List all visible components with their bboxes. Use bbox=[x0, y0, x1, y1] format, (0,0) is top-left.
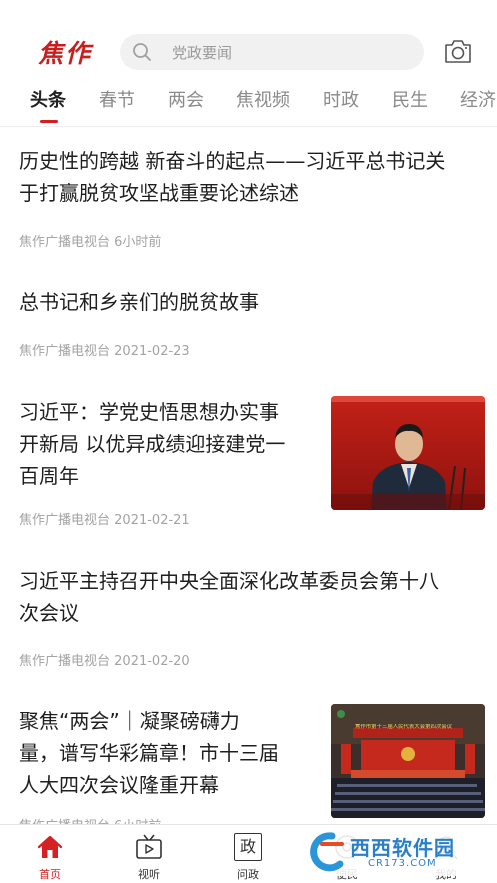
watermark-brand: 西西软件园 bbox=[350, 836, 455, 860]
channel-tabs: 头条 春节 两会 焦视频 时政 民生 经济 bbox=[0, 86, 497, 126]
leader-speech-photo bbox=[331, 396, 485, 510]
news-item[interactable]: 总书记和乡亲们的脱贫故事 焦作广播电视台 2021-02-23 bbox=[0, 270, 497, 370]
news-meta: 焦作广播电视台 2021-02-21 bbox=[19, 509, 190, 528]
news-title: 历史性的跨越 新奋斗的起点——习近平总书记关 于打赢脱贫攻坚战重要论述综述 bbox=[19, 149, 446, 205]
news-time: 2021-02-20 bbox=[114, 654, 190, 669]
nav-label: 视听 bbox=[138, 868, 160, 881]
news-item[interactable]: 习近平主持召开中央全面深化改革委员会第十八 次会议 焦作广播电视台 2021-0… bbox=[0, 552, 497, 682]
search-bar[interactable]: 党政要闻 bbox=[120, 34, 424, 70]
nav-home[interactable]: 首页 bbox=[20, 825, 80, 883]
home-icon bbox=[37, 835, 63, 858]
news-meta: 焦作广播电视台 2021-02-20 bbox=[19, 650, 190, 669]
news-title: 习近平：学党史悟思想办实事 开新局 以优异成绩迎接建党一 百周年 bbox=[19, 400, 286, 488]
active-tab-indicator bbox=[40, 120, 58, 123]
tab-politics[interactable]: 时政 bbox=[323, 86, 359, 112]
news-time: 2021-02-21 bbox=[114, 513, 190, 528]
congress-hall-photo: 焦作市第十三届人民代表大会第四次会议 bbox=[331, 704, 485, 818]
news-time: 6小时前 bbox=[114, 235, 162, 250]
tab-livelihood[interactable]: 民生 bbox=[392, 86, 428, 112]
news-item[interactable]: 习近平：学党史悟思想办实事 开新局 以优异成绩迎接建党一 百周年 焦作广播电视台… bbox=[0, 380, 497, 540]
news-title: 习近平主持召开中央全面深化改革委员会第十八 次会议 bbox=[19, 569, 439, 625]
watermark-site: CR173.COM bbox=[368, 858, 437, 869]
tab-jiao-video[interactable]: 焦视频 bbox=[236, 86, 290, 112]
zheng-icon: 政 bbox=[234, 833, 262, 861]
search-placeholder: 党政要闻 bbox=[172, 44, 233, 62]
nav-label: 问政 bbox=[237, 868, 259, 881]
tab-economy[interactable]: 经济 bbox=[460, 86, 496, 112]
news-source: 焦作广播电视台 bbox=[19, 654, 111, 669]
news-source: 焦作广播电视台 bbox=[19, 344, 111, 359]
news-source: 焦作广播电视台 bbox=[19, 513, 111, 528]
news-source: 焦作广播电视台 bbox=[19, 235, 111, 250]
news-item[interactable]: 聚焦“两会”｜凝聚磅礴力 量，谱写华彩篇章！市十三届 人大四次会议隆重开幕 焦作… bbox=[0, 690, 497, 834]
news-meta: 焦作广播电视台 6小时前 bbox=[19, 231, 161, 250]
nav-audio-video[interactable]: 视听 bbox=[119, 825, 179, 883]
search-icon bbox=[133, 43, 151, 61]
news-meta: 焦作广播电视台 2021-02-23 bbox=[19, 340, 190, 359]
news-time: 2021-02-23 bbox=[114, 344, 190, 359]
site-watermark: 西西软件园 CR173.COM bbox=[298, 826, 478, 876]
nav-label: 首页 bbox=[39, 868, 61, 881]
camera-icon[interactable] bbox=[443, 37, 473, 65]
news-item[interactable]: 历史性的跨越 新奋斗的起点——习近平总书记关 于打赢脱贫攻坚战重要论述综述 焦作… bbox=[0, 127, 497, 253]
nav-inquiry[interactable]: 政 问政 bbox=[218, 825, 278, 883]
tab-headline[interactable]: 头条 bbox=[30, 86, 66, 112]
app-logo: 焦作 bbox=[38, 39, 93, 68]
app-header: 焦作 党政要闻 bbox=[0, 0, 497, 78]
congress-hall-scene bbox=[331, 704, 485, 818]
congress-banner-text: 焦作市第十三届人民代表大会第四次会议 bbox=[355, 724, 453, 730]
tv-icon bbox=[136, 834, 162, 859]
news-title: 总书记和乡亲们的脱贫故事 bbox=[19, 290, 259, 314]
tab-spring-festival[interactable]: 春节 bbox=[99, 86, 135, 112]
tab-two-sessions[interactable]: 两会 bbox=[168, 86, 204, 112]
news-title: 聚焦“两会”｜凝聚磅礴力 量，谱写华彩篇章！市十三届 人大四次会议隆重开幕 bbox=[19, 709, 279, 797]
